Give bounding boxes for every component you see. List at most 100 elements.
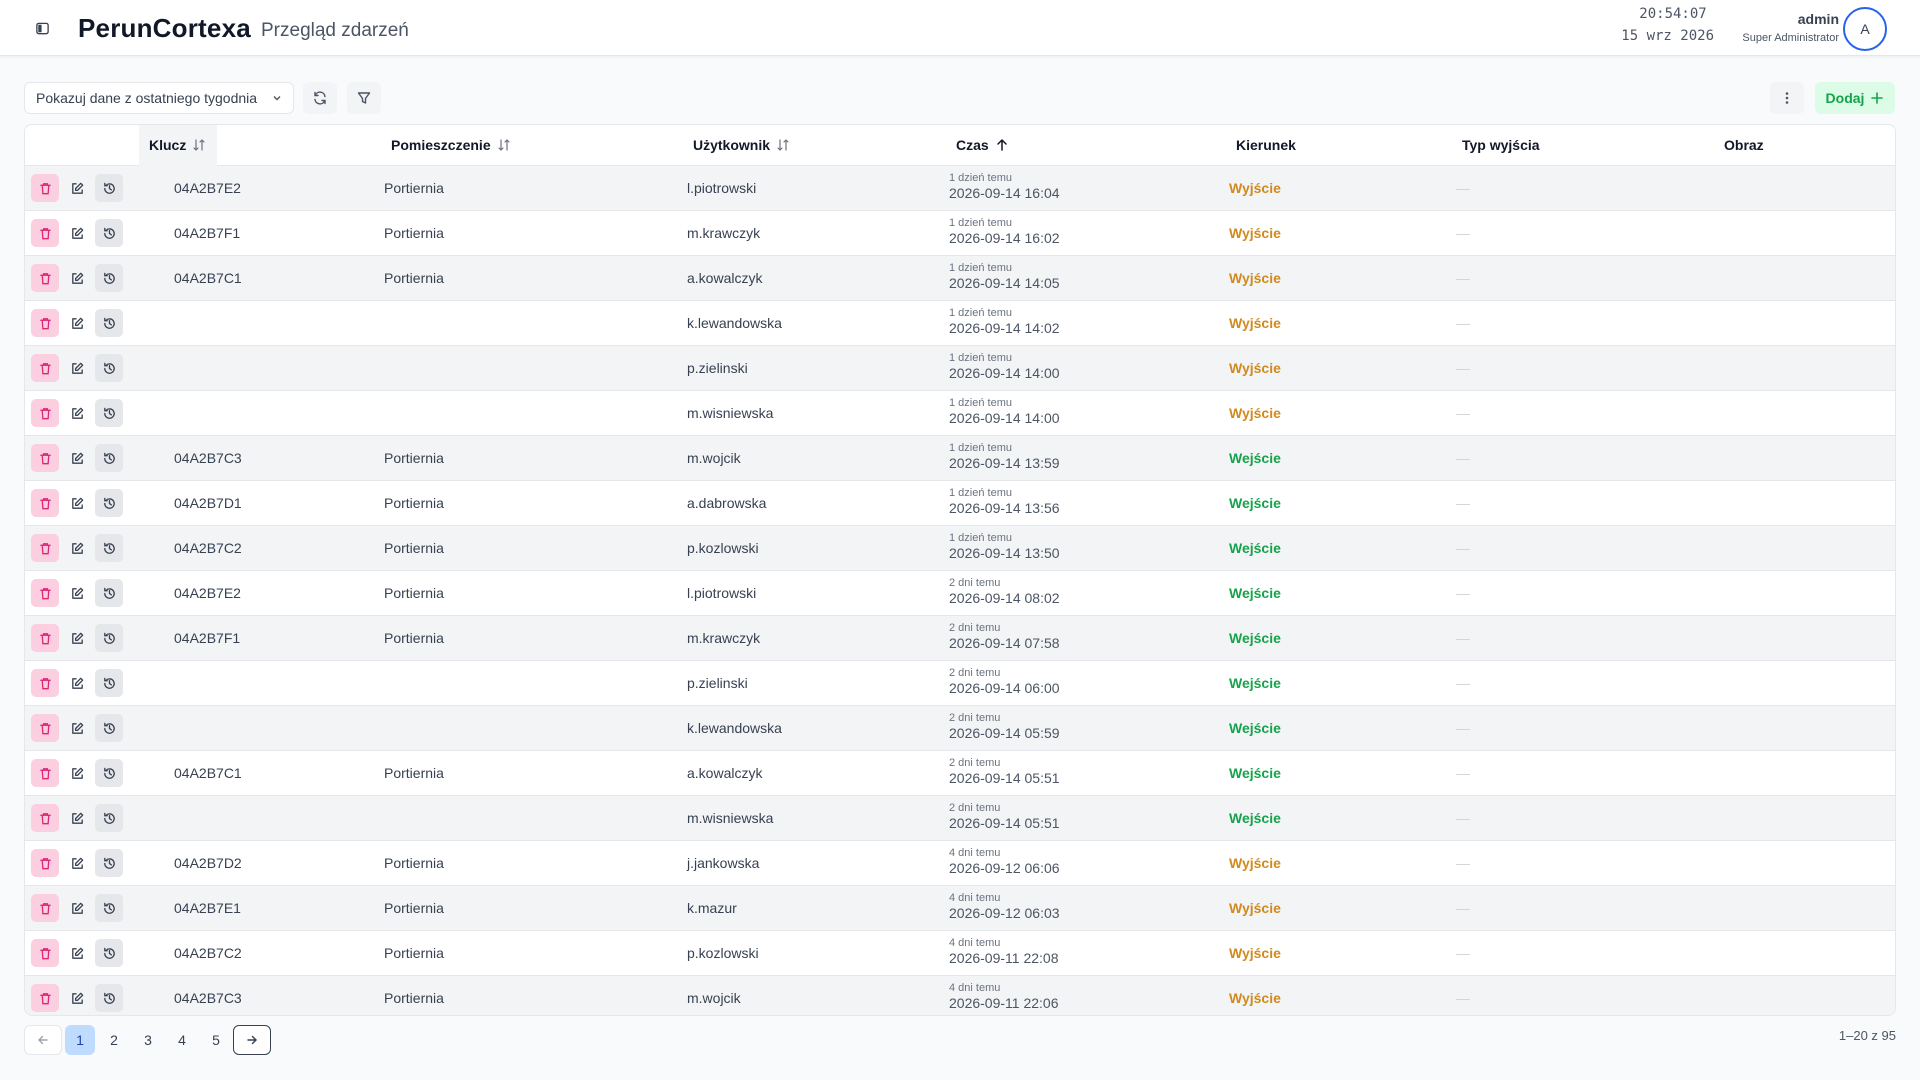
table-row: 04A2B7C1 Portiernia a.kowalczyk 1 dzień tem… <box>25 256 1895 301</box>
history-button[interactable] <box>95 174 123 202</box>
edit-button[interactable] <box>63 624 91 652</box>
edit-button[interactable] <box>63 444 91 472</box>
refresh-button[interactable] <box>303 82 337 114</box>
cell-user: p.zielinski <box>687 360 748 376</box>
history-button[interactable] <box>95 444 123 472</box>
edit-button[interactable] <box>63 669 91 697</box>
history-button[interactable] <box>95 984 123 1012</box>
column-header-direction: Kierunek <box>1236 137 1296 153</box>
history-button[interactable] <box>95 489 123 517</box>
page-button-4[interactable]: 4 <box>167 1025 197 1055</box>
edit-button[interactable] <box>63 534 91 562</box>
edit-button[interactable] <box>63 219 91 247</box>
history-button[interactable] <box>95 309 123 337</box>
delete-button[interactable] <box>31 624 59 652</box>
cell-room: Portiernia <box>384 765 444 781</box>
history-button[interactable] <box>95 849 123 877</box>
history-button[interactable] <box>95 939 123 967</box>
delete-button[interactable] <box>31 849 59 877</box>
filter-button[interactable] <box>347 82 381 114</box>
cell-time-absolute: 2026-09-12 06:03 <box>949 905 1060 921</box>
edit-button[interactable] <box>63 894 91 922</box>
cell-time-relative: 2 dni temu <box>949 802 1001 814</box>
column-header-room[interactable]: Pomieszczenie <box>391 137 511 153</box>
more-options-button[interactable] <box>1770 82 1804 114</box>
edit-button[interactable] <box>63 849 91 877</box>
cell-exit-type: — <box>1456 945 1470 961</box>
delete-button[interactable] <box>31 174 59 202</box>
prev-page-button[interactable] <box>24 1025 62 1055</box>
delete-button[interactable] <box>31 714 59 742</box>
cell-user: k.mazur <box>687 900 737 916</box>
column-header-key[interactable]: Klucz <box>149 137 206 153</box>
edit-button[interactable] <box>63 264 91 292</box>
delete-button[interactable] <box>31 399 59 427</box>
delete-button[interactable] <box>31 264 59 292</box>
edit-button[interactable] <box>63 804 91 832</box>
next-page-button[interactable] <box>233 1025 271 1055</box>
delete-button[interactable] <box>31 804 59 832</box>
history-button[interactable] <box>95 624 123 652</box>
delete-button[interactable] <box>31 444 59 472</box>
edit-button[interactable] <box>63 354 91 382</box>
trash-icon <box>38 856 53 871</box>
delete-button[interactable] <box>31 984 59 1012</box>
cell-room: Portiernia <box>384 585 444 601</box>
history-button[interactable] <box>95 534 123 562</box>
time-range-select[interactable]: Pokazuj dane z ostatniego tygodnia <box>24 82 294 114</box>
history-icon <box>102 406 117 421</box>
cell-time-absolute: 2026-09-14 13:56 <box>949 500 1060 516</box>
delete-button[interactable] <box>31 354 59 382</box>
sidebar-toggle-icon[interactable] <box>26 14 58 42</box>
history-button[interactable] <box>95 894 123 922</box>
delete-button[interactable] <box>31 894 59 922</box>
history-button[interactable] <box>95 579 123 607</box>
edit-button[interactable] <box>63 309 91 337</box>
delete-button[interactable] <box>31 219 59 247</box>
cell-user: a.dabrowska <box>687 495 767 511</box>
edit-button[interactable] <box>63 714 91 742</box>
cell-key: 04A2B7D2 <box>174 855 242 871</box>
trash-icon <box>38 586 53 601</box>
history-button[interactable] <box>95 759 123 787</box>
edit-button[interactable] <box>63 759 91 787</box>
edit-button[interactable] <box>63 174 91 202</box>
user-role: Super Administrator <box>1742 32 1839 44</box>
trash-icon <box>38 406 53 421</box>
page-button-1[interactable]: 1 <box>65 1025 95 1055</box>
edit-button[interactable] <box>63 399 91 427</box>
delete-button[interactable] <box>31 489 59 517</box>
arrow-left-icon <box>38 1035 48 1045</box>
edit-button[interactable] <box>63 489 91 517</box>
delete-button[interactable] <box>31 534 59 562</box>
cell-time-absolute: 2026-09-14 16:02 <box>949 230 1060 246</box>
delete-button[interactable] <box>31 309 59 337</box>
delete-button[interactable] <box>31 579 59 607</box>
add-button[interactable]: Dodaj <box>1815 82 1895 114</box>
column-header-user[interactable]: Użytkownik <box>693 137 790 153</box>
avatar[interactable]: A <box>1843 7 1887 51</box>
column-header-time[interactable]: Czas <box>956 137 1009 153</box>
cell-time-relative: 1 dzień temu <box>949 487 1012 499</box>
page-button-5[interactable]: 5 <box>201 1025 231 1055</box>
history-button[interactable] <box>95 264 123 292</box>
history-button[interactable] <box>95 399 123 427</box>
page-button-3[interactable]: 3 <box>133 1025 163 1055</box>
page-button-2[interactable]: 2 <box>99 1025 129 1055</box>
history-button[interactable] <box>95 219 123 247</box>
edit-button[interactable] <box>63 984 91 1012</box>
cell-time-relative: 1 dzień temu <box>949 532 1012 544</box>
cell-time-relative: 1 dzień temu <box>949 397 1012 409</box>
history-button[interactable] <box>95 354 123 382</box>
delete-button[interactable] <box>31 759 59 787</box>
delete-button[interactable] <box>31 669 59 697</box>
history-button[interactable] <box>95 669 123 697</box>
history-icon <box>102 901 117 916</box>
edit-button[interactable] <box>63 579 91 607</box>
history-button[interactable] <box>95 804 123 832</box>
trash-icon <box>38 901 53 916</box>
history-button[interactable] <box>95 714 123 742</box>
edit-button[interactable] <box>63 939 91 967</box>
cell-room: Portiernia <box>384 180 444 196</box>
delete-button[interactable] <box>31 939 59 967</box>
